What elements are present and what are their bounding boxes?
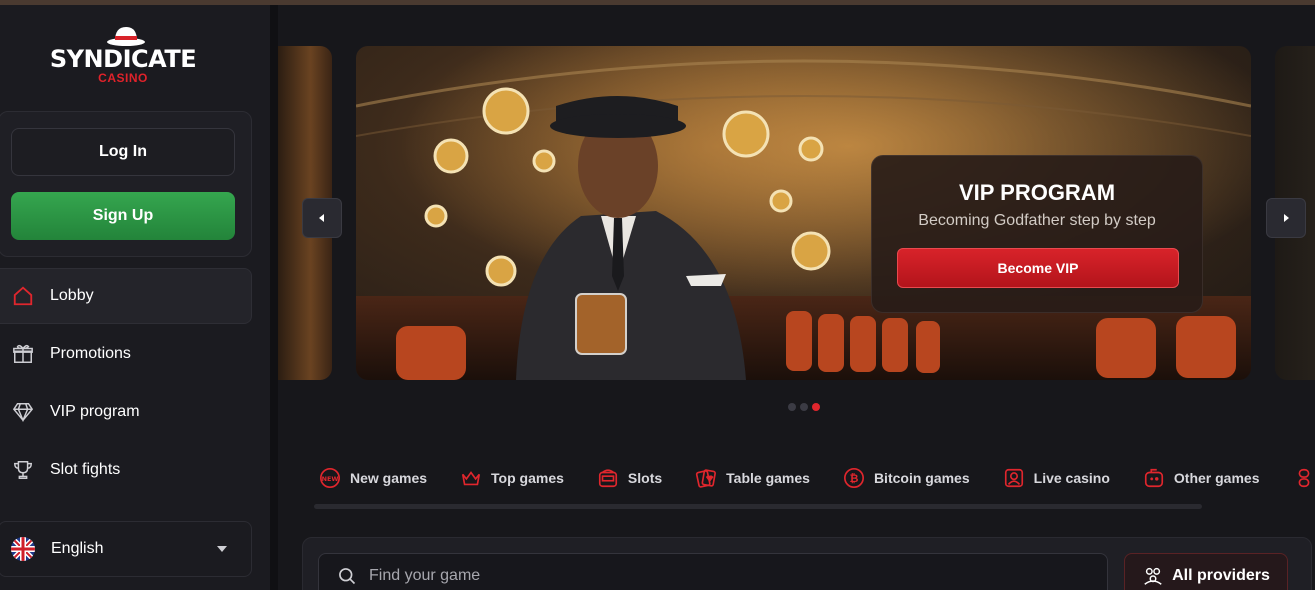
diamond-icon xyxy=(10,399,36,425)
home-icon xyxy=(10,283,36,309)
chevron-right-icon xyxy=(1284,214,1289,222)
sidebar-item-label: VIP program xyxy=(50,403,140,420)
sidebar-item-lobby[interactable]: Lobby xyxy=(0,268,252,324)
new-badge-icon: NEW xyxy=(318,466,342,490)
category-top-games[interactable]: Top games xyxy=(459,466,564,490)
gift-icon xyxy=(10,341,36,367)
crown-icon xyxy=(459,466,483,490)
more-icon xyxy=(1292,466,1315,490)
fedora-hat-icon xyxy=(107,27,145,46)
providers-icon xyxy=(1142,565,1164,587)
sidebar-scrollbar[interactable] xyxy=(270,5,278,590)
carousel-dots xyxy=(788,403,820,411)
become-vip-button[interactable]: Become VIP xyxy=(897,248,1179,288)
uk-flag-icon xyxy=(11,537,35,561)
chevron-down-icon xyxy=(217,546,227,552)
banner-slide[interactable]: VIP PROGRAM Becoming Godfather step by s… xyxy=(356,46,1251,380)
svg-text:₿: ₿ xyxy=(849,472,858,485)
cards-icon xyxy=(694,466,718,490)
language-selector[interactable]: English xyxy=(0,521,252,577)
carousel-next-button[interactable] xyxy=(1266,198,1306,238)
svg-text:NEW: NEW xyxy=(322,475,339,483)
category-table-games[interactable]: Table games xyxy=(694,466,810,490)
brand-tagline: CASINO xyxy=(98,71,148,85)
categories-scrollbar[interactable] xyxy=(314,504,1202,509)
category-slots[interactable]: Slots xyxy=(596,466,662,490)
search-icon xyxy=(339,568,356,585)
live-dealer-icon xyxy=(1002,466,1026,490)
category-label: Top games xyxy=(491,470,564,486)
game-categories: NEW New games Top games Slots Table game… xyxy=(318,460,1315,496)
promo-title: VIP PROGRAM xyxy=(958,180,1116,205)
carousel-dot-active[interactable] xyxy=(812,403,820,411)
language-label: English xyxy=(51,540,104,557)
search-panel: All providers xyxy=(302,537,1312,590)
category-label: Other games xyxy=(1173,470,1260,486)
carousel-dot[interactable] xyxy=(788,403,796,411)
search-box[interactable] xyxy=(318,553,1108,590)
casino-logo[interactable]: SYNDICATE CASINO xyxy=(48,23,208,93)
category-label: Bitcoin games xyxy=(873,470,970,486)
category-label: Slots xyxy=(627,470,663,486)
category-new-games[interactable]: NEW New games xyxy=(318,466,427,490)
category-label: Table games xyxy=(726,470,810,486)
all-providers-button[interactable]: All providers xyxy=(1124,553,1288,590)
login-button[interactable]: Log In xyxy=(11,128,235,176)
vip-promo-card: VIP PROGRAM Becoming Godfather step by s… xyxy=(871,155,1203,313)
category-label: Live casino xyxy=(1033,470,1110,486)
category-other-games[interactable]: Other games xyxy=(1142,466,1260,490)
sidebar-item-promotions[interactable]: Promotions xyxy=(0,326,252,382)
search-input[interactable] xyxy=(369,567,969,585)
brand-name: SYNDICATE xyxy=(49,45,197,73)
signup-button[interactable]: Sign Up xyxy=(11,192,235,240)
sidebar-item-vip-program[interactable]: VIP program xyxy=(0,384,252,440)
category-more[interactable] xyxy=(1292,466,1315,490)
sidebar-item-label: Promotions xyxy=(50,345,131,362)
carousel-dot[interactable] xyxy=(800,403,808,411)
sidebar-item-label: Slot fights xyxy=(50,461,121,478)
gamepad-icon xyxy=(1142,466,1166,490)
sidebar: SYNDICATE CASINO Log In Sign Up Lobby Pr… xyxy=(0,5,270,590)
providers-label: All providers xyxy=(1172,567,1270,584)
category-label: New games xyxy=(350,470,428,486)
category-live-casino[interactable]: Live casino xyxy=(1002,466,1110,490)
sidebar-item-label: Lobby xyxy=(50,287,94,304)
carousel-prev-button[interactable] xyxy=(302,198,342,238)
auth-panel: Log In Sign Up xyxy=(0,111,252,257)
slot-machine-icon xyxy=(596,466,620,490)
main-content: VIP PROGRAM Becoming Godfather step by s… xyxy=(278,5,1315,590)
bitcoin-icon: ₿ xyxy=(842,466,866,490)
trophy-icon xyxy=(10,457,36,483)
sidebar-item-slot-fights[interactable]: Slot fights xyxy=(0,442,252,498)
promo-subtitle: Becoming Godfather step by step xyxy=(918,212,1156,229)
category-bitcoin-games[interactable]: ₿ Bitcoin games xyxy=(842,466,970,490)
chevron-left-icon xyxy=(319,214,324,222)
